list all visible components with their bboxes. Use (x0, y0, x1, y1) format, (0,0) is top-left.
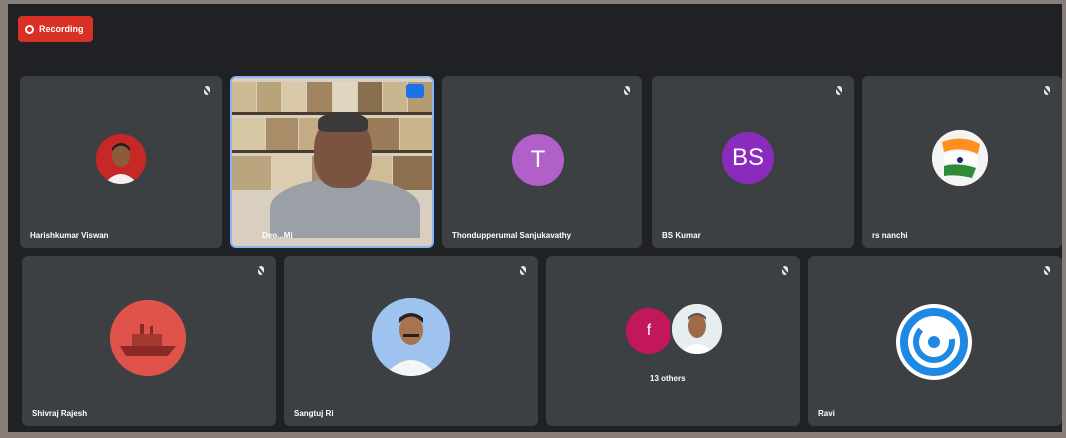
meeting-grid: Recording Harishkumar Viswan Deo...Mi T … (8, 4, 1062, 432)
participant-tile[interactable]: BS BS Kumar (652, 76, 854, 248)
others-count: 13 others (650, 374, 686, 383)
recording-label: Recording (39, 24, 84, 34)
top-bar: Recording (8, 4, 1062, 64)
mic-off-icon (782, 266, 788, 275)
avatar (96, 134, 146, 184)
swirl-logo-icon (898, 306, 970, 378)
participant-video-tile[interactable]: Deo...Mi (230, 76, 434, 248)
person-photo-icon (672, 304, 722, 354)
mic-off-icon (520, 266, 526, 275)
participant-name: Harishkumar Viswan (30, 231, 109, 240)
person-photo-icon (372, 298, 450, 376)
participant-tile[interactable]: rs nanchi (862, 76, 1062, 248)
avatar-initial: T (512, 134, 564, 186)
participant-tile[interactable]: Sangtuj Ri (284, 256, 538, 426)
avatar (896, 304, 972, 380)
mic-off-icon (204, 86, 210, 95)
participant-name: Sangtuj Ri (294, 409, 334, 418)
participant-tile[interactable]: Ravi (808, 256, 1062, 426)
participant-name: Deo...Mi (262, 231, 293, 240)
mic-off-icon (624, 86, 630, 95)
participant-tile[interactable]: Harishkumar Viswan (20, 76, 222, 248)
bookshelf (232, 82, 432, 112)
mic-off-icon (258, 266, 264, 275)
avatar (372, 298, 450, 376)
person-photo-icon (96, 134, 146, 184)
recording-badge[interactable]: Recording (18, 16, 93, 42)
ship-photo-icon (110, 300, 186, 376)
participant-tile[interactable]: T Thondupperumal Sanjukavathy (442, 76, 642, 248)
record-icon (25, 24, 34, 34)
avatar-initial: f (626, 308, 672, 354)
participant-name: Thondupperumal Sanjukavathy (452, 231, 572, 240)
participant-name: rs nanchi (872, 231, 908, 240)
avatar (670, 302, 724, 356)
participant-name: BS Kumar (662, 231, 701, 240)
participant-name: Ravi (818, 409, 835, 418)
mic-off-icon (836, 86, 842, 95)
flag-photo-icon (932, 130, 988, 186)
avatar (110, 300, 186, 376)
mic-off-icon (1044, 86, 1050, 95)
person-hair (318, 112, 368, 132)
mic-off-icon (1044, 266, 1050, 275)
participant-name: Shivraj Rajesh (32, 409, 88, 418)
app-logo-icon (406, 84, 424, 98)
participant-tile[interactable]: Shivraj Rajesh (22, 256, 276, 426)
avatar-initial: BS (722, 132, 774, 184)
others-tile[interactable]: f 13 others (546, 256, 800, 426)
avatar (932, 130, 988, 186)
